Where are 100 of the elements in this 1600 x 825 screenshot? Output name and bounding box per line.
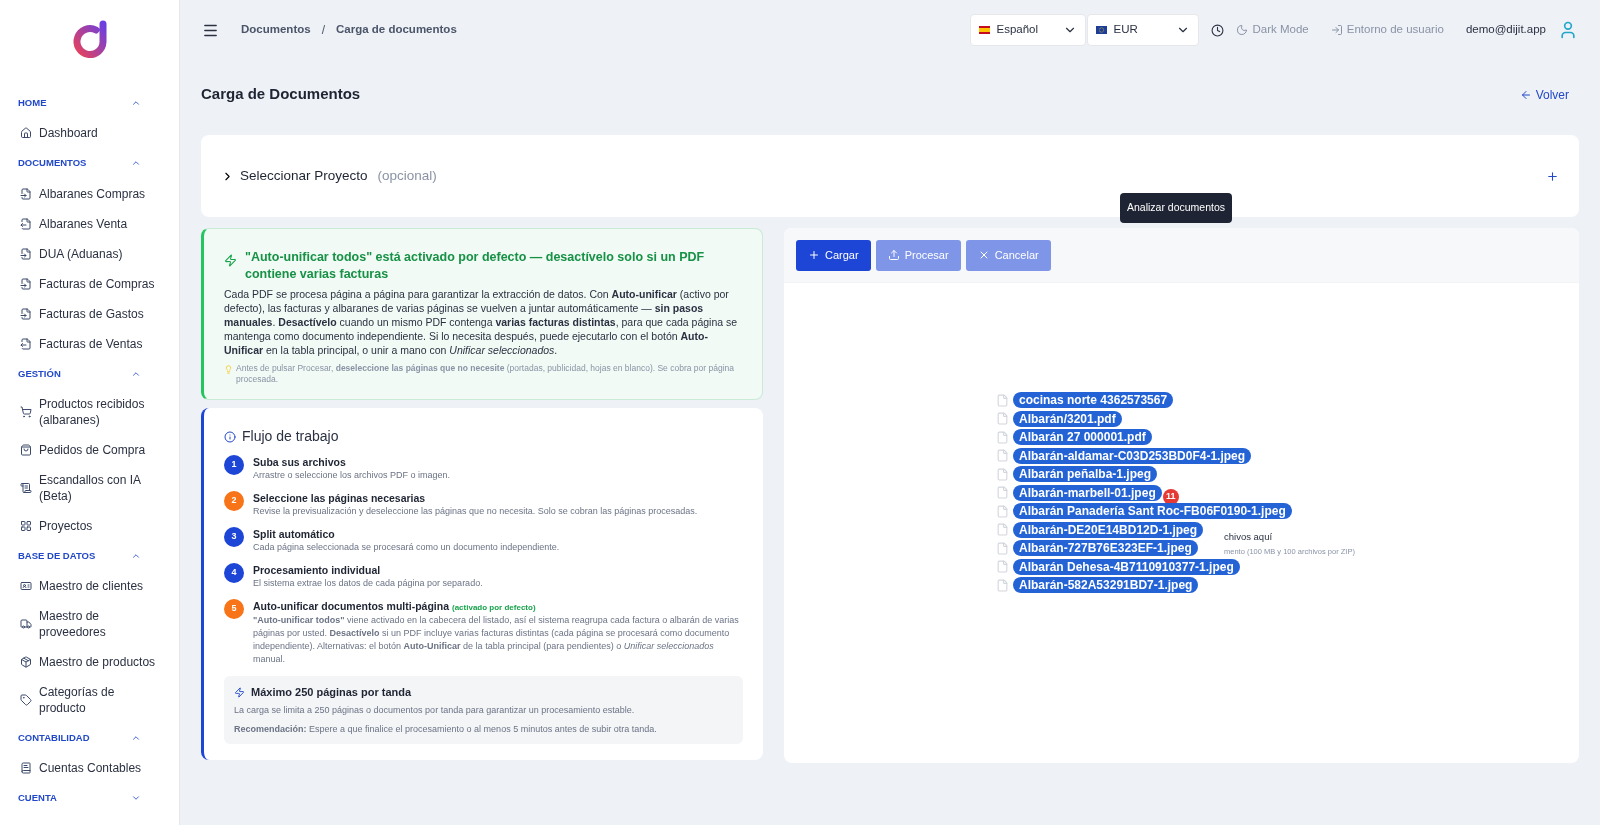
file-icon xyxy=(996,541,1009,555)
dragged-file-label: Albarán-582A53291BD7-1.jpeg xyxy=(1013,577,1199,594)
sidebar-item[interactable]: Pedidos de Compra xyxy=(18,434,161,465)
flag-icon xyxy=(1096,26,1108,34)
truck-icon xyxy=(20,618,32,630)
limit-recommendation: Recomendación: Espere a que finalice el procesamiento o al menos 5 minutos antes de subir otra tanda. xyxy=(234,722,658,736)
sidebar-item[interactable]: Productos recibidos (albaranes) xyxy=(18,388,161,435)
plus-icon xyxy=(1546,169,1559,183)
lightning-icon xyxy=(224,254,237,267)
dragged-file-label: Albarán peñalba-1.jpeg xyxy=(1013,466,1158,483)
sidebar-item[interactable]: Albaranes Compras xyxy=(18,178,161,209)
file-import-icon xyxy=(20,307,32,320)
moon-icon xyxy=(1236,24,1249,36)
dragged-file-label: Albarán/3201.pdf xyxy=(1013,410,1122,427)
sidebar-item[interactable]: Facturas de Gastos xyxy=(18,298,161,329)
back-link[interactable]: Volver xyxy=(1519,85,1569,104)
sidebar-section-header[interactable]: DOCUMENTOS xyxy=(18,148,161,179)
sidebar-item[interactable]: Maestro de clientes xyxy=(18,571,161,601)
box-icon xyxy=(20,656,32,668)
sidebar-item[interactable]: Escandallos con IA (Beta) xyxy=(18,464,161,511)
dragged-file-label: Albarán-marbell-01.jpeg xyxy=(1013,484,1162,501)
step-number: 5 xyxy=(224,599,244,619)
currency-select[interactable]: EUR xyxy=(1087,14,1200,46)
bag-icon xyxy=(20,443,32,456)
sidebar-section-header[interactable]: BASE DE DATOS xyxy=(18,540,161,571)
sidebar-item[interactable]: Dashboard xyxy=(18,118,161,149)
file-icon xyxy=(996,430,1009,444)
history-button[interactable] xyxy=(1211,23,1225,37)
step-description: Revise la previsualización y deseleccione las páginas que no necesita. Solo se cobran las páginas procesadas. xyxy=(253,505,698,518)
dragged-file-label: Albarán-DE20E14BD12D-1.jpeg xyxy=(1013,521,1204,538)
info-icon xyxy=(224,430,236,443)
arrow-left-icon xyxy=(1519,88,1532,101)
add-button[interactable]: Cargar xyxy=(796,239,871,271)
notice-title: "Auto-unificar todos" está activado por defecto — desactívelo solo si un PDF contiene varias facturas xyxy=(245,249,706,283)
login-icon xyxy=(1330,24,1343,36)
step-number: 3 xyxy=(224,527,244,547)
sidebar-item[interactable]: Facturas de Compras xyxy=(18,268,161,299)
sidebar-item[interactable]: Facturas de Ventas xyxy=(18,328,161,359)
dragged-file-label: Albarán 27 000001.pdf xyxy=(1013,429,1152,446)
sidebar-item[interactable]: Albaranes Venta xyxy=(18,208,161,239)
step-title: Auto-unificar documentos multi-página xyxy=(253,599,449,613)
file-icon xyxy=(996,523,1009,537)
file-icon xyxy=(996,393,1009,407)
file-import-icon xyxy=(20,187,32,200)
step-title: Seleccione las páginas necesarias xyxy=(253,491,426,505)
tooltip: Analizar documentos xyxy=(1120,193,1233,223)
sidebar-section-header[interactable]: CONTABILIDAD xyxy=(18,723,161,754)
flag-icon xyxy=(979,26,991,34)
step-description: El sistema extrae los datos de cada página por separado. xyxy=(253,577,483,590)
dragged-file-label: Albarán Panadería Sant Roc-FB06F0190-1.jpeg xyxy=(1013,503,1292,520)
notice-text: Cada PDF se procesa página a página para garantizar la extracción de datos. Con Auto-unificar (activo por defecto), las facturas y albaranes de varias páginas se vuelven a juntar automáticamente — sin pasos manuales. Desactívelo cuando un mismo PDF contenga varias facturas distintas, para que cada página se mantenga como documento independiente. Si lo necesita después, puede ejecutarlo con el botón Auto-Unificar en la tabla principal, o unir a mano con Unificar seleccionados. xyxy=(224,287,739,357)
lightning-icon xyxy=(234,686,245,698)
file-icon xyxy=(996,560,1009,574)
dragged-file-label: cocinas norte 4362573567 xyxy=(1013,392,1174,409)
dragged-file-label: Albarán-727B76E323EF-1.jpeg xyxy=(1013,540,1198,557)
file-import-icon xyxy=(20,277,32,290)
sidebar-item[interactable]: DUA (Aduanas) xyxy=(18,238,161,269)
lightbulb-icon xyxy=(224,365,233,374)
sidebar-section-header[interactable]: HOME xyxy=(18,88,161,119)
step-number: 1 xyxy=(224,455,244,475)
breadcrumb-separator: / xyxy=(321,22,325,39)
user-email: demo@dijit.app xyxy=(1465,22,1546,38)
sidebar-item[interactable]: Maestro de productos xyxy=(18,647,161,677)
file-icon xyxy=(996,467,1009,481)
dragged-file-label: Albarán-aldamar-C03D253BD0F4-1.jpeg xyxy=(1013,447,1252,464)
user-icon xyxy=(1558,20,1578,40)
step-title: Procesamiento individual xyxy=(253,563,381,577)
step-tag: (activado por defecto) xyxy=(452,602,536,614)
grid-icon xyxy=(20,519,32,532)
breadcrumb-current: Carga de documentos xyxy=(336,22,457,38)
document-icon xyxy=(20,481,32,494)
breadcrumb-link[interactable]: Documentos xyxy=(241,21,311,39)
language-select[interactable]: Español xyxy=(970,14,1087,46)
file-count-badge: 11 xyxy=(1162,488,1179,505)
sidebar-item[interactable]: Maestro de proveedores xyxy=(18,601,161,647)
sidebar-item[interactable]: Proyectos xyxy=(18,510,161,541)
step-title: Suba sus archivos xyxy=(253,455,346,469)
drop-hint-text: chivos aquí xyxy=(1224,530,1274,544)
upload-icon xyxy=(887,249,900,261)
step-description: Arrastre o seleccione los archivos PDF o imagen. xyxy=(253,469,451,482)
file-icon xyxy=(996,486,1009,500)
home-icon xyxy=(20,127,32,140)
clock-icon xyxy=(1211,23,1225,37)
sidebar-item[interactable]: Categorías de producto xyxy=(18,677,161,723)
book-icon xyxy=(20,762,32,775)
file-icon xyxy=(996,578,1009,592)
limit-text: La carga se limita a 250 páginas o documentos por tanda para garantizar un procesamiento estable. xyxy=(234,703,636,717)
notice-tip: Antes de pulsar Procesar, deseleccione las páginas que no necesite (portadas, publicidad, hojas en blanco). Se cobra por página procesada. xyxy=(236,363,735,385)
step-description: Cada página seleccionada se procesará como un documento independiente. xyxy=(253,541,560,554)
file-icon xyxy=(996,412,1009,426)
cart-icon xyxy=(20,405,32,418)
sidebar-section-header[interactable]: GESTIÓN xyxy=(18,358,161,389)
sidebar-item[interactable]: Cuentas Contables xyxy=(18,753,161,784)
file-icon xyxy=(996,504,1009,518)
step-description: "Auto-unificar todos" viene activado en la cabecera del listado, así el sistema reagrupa cada factura o albarán de varias páginas por usted. Desactívelo si un PDF incluye varias facturas distintas (cada página se procesará como documento independiente). Alternativas: el botón Auto-Unificar de la tabla principal (para pendientes) o Unificar seleccionados manual. xyxy=(253,614,740,666)
step-number: 4 xyxy=(224,563,244,583)
sidebar-section-header[interactable]: CUENTA xyxy=(18,783,161,814)
id-card-icon xyxy=(20,580,32,592)
page-title: Carga de Documentos xyxy=(201,84,361,105)
file-export-icon xyxy=(20,217,32,230)
